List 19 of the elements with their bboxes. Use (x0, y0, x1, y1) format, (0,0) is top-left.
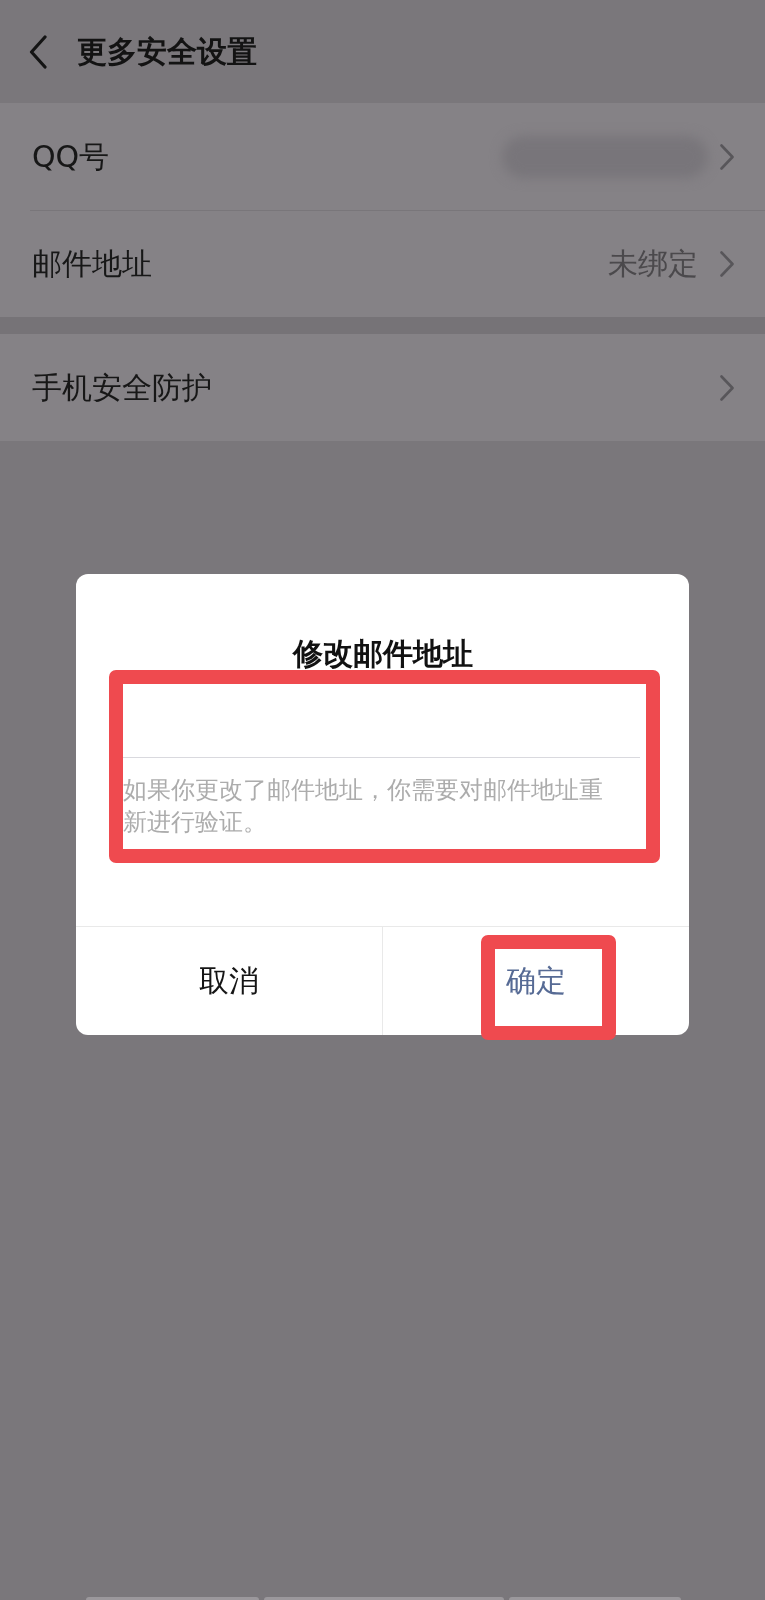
settings-row[interactable]: 邮件地址 未绑定 (0, 210, 765, 317)
chevron-right-icon (720, 250, 734, 277)
chevron-right-icon (720, 143, 734, 170)
settings-row[interactable]: QQ号 (0, 103, 765, 210)
chevron-right-icon (720, 374, 734, 401)
row-label: 邮件地址 (32, 245, 153, 282)
confirm-button[interactable]: 确定 (382, 927, 689, 1035)
chevron-left-icon[interactable] (29, 34, 47, 69)
cancel-button[interactable]: 取消 (76, 927, 382, 1035)
row-value: 未绑定 (608, 245, 698, 282)
row-label: 手机安全防护 (32, 369, 213, 406)
page-title: 更多安全设置 (77, 33, 257, 70)
keyboard-key[interactable] (509, 1597, 681, 1600)
settings-row[interactable]: 手机安全防护 (0, 334, 765, 441)
row-label: QQ号 (32, 138, 111, 175)
dialog-title: 修改邮件地址 (291, 636, 474, 672)
keyboard-key[interactable] (86, 1597, 259, 1600)
hint-text: 如果你更改了邮件地址，你需要对邮件地址重新进行验证。 (123, 775, 604, 838)
keyboard-key[interactable] (264, 1597, 504, 1600)
